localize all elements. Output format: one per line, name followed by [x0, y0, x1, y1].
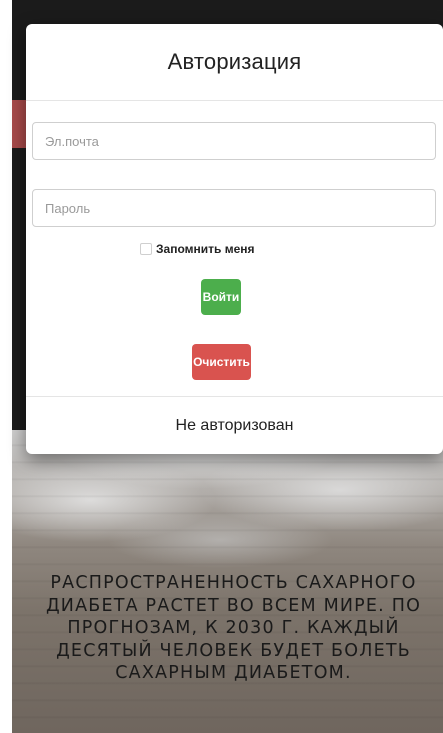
password-input[interactable]	[32, 189, 436, 227]
page-left-margin	[0, 0, 12, 733]
auth-status-text: Не авторизован	[175, 417, 294, 434]
modal-title: Авторизация	[167, 49, 302, 74]
login-modal: Авторизация Запомнить меня Войти Очистит…	[26, 24, 443, 454]
email-input[interactable]	[32, 122, 436, 160]
login-button[interactable]: Войти	[201, 279, 241, 315]
remember-me[interactable]: Запомнить меня	[140, 242, 255, 256]
hero-text: РАСПРОСТРАНЕННОСТЬ САХАРНОГО ДИАБЕТА РАС…	[24, 572, 443, 685]
modal-body: Запомнить меня Войти Очистить	[26, 101, 443, 397]
modal-header: Авторизация	[26, 24, 443, 101]
remember-me-checkbox[interactable]	[140, 243, 152, 255]
clear-button[interactable]: Очистить	[192, 344, 251, 380]
hero-text-line: САХАРНЫМ ДИАБЕТОМ.	[115, 663, 352, 683]
hero-text-line: ДЕСЯТЫЙ ЧЕЛОВЕК БУДЕТ БОЛЕТЬ	[56, 640, 411, 661]
hero-text-line: ДИАБЕТА РАСТЕТ ВО ВСЕМ МИРЕ. ПО	[45, 595, 422, 616]
modal-footer: Не авторизован	[26, 396, 443, 454]
hero-text-line: РАСПРОСТРАНЕННОСТЬ САХАРНОГО	[50, 573, 417, 593]
remember-me-label: Запомнить меня	[156, 242, 255, 256]
hero-text-line: ПРОГНОЗАМ, К 2030 Г. КАЖДЫЙ	[67, 618, 400, 638]
